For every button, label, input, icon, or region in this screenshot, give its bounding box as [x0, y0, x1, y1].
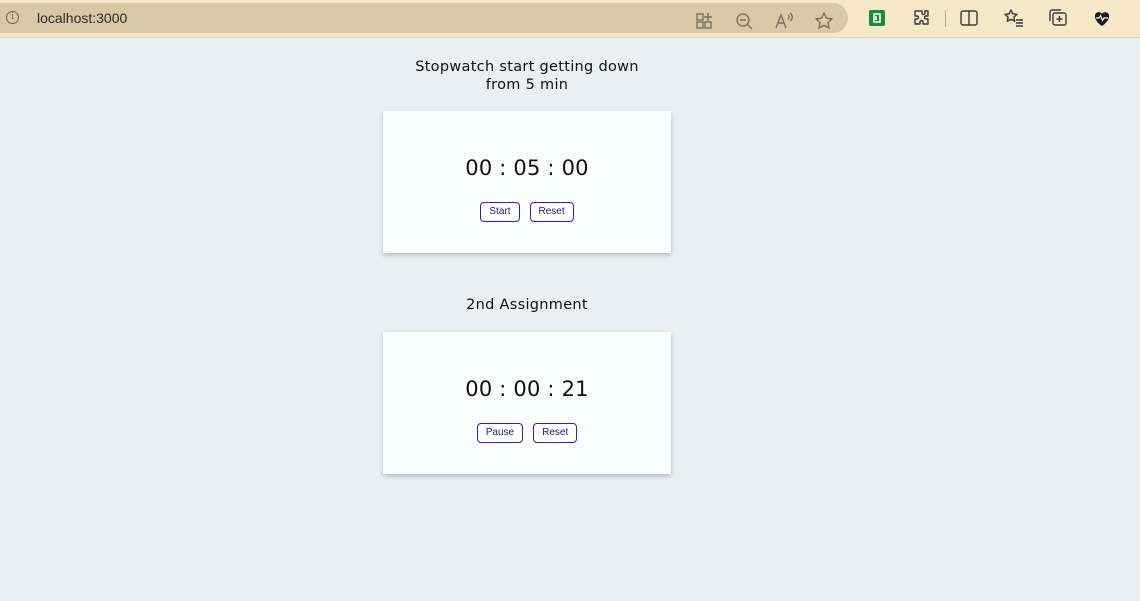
- assignment-section-title: 2nd Assignment: [466, 297, 588, 313]
- toolbar-divider: [945, 10, 946, 27]
- stopwatch-card: 00 : 05 : 00 Start Reset: [383, 111, 671, 253]
- collections-icon[interactable]: [1047, 7, 1069, 29]
- favorites-list-icon[interactable]: [1003, 7, 1025, 29]
- browser-toolbar: i localhost:3000: [0, 0, 1140, 38]
- start-button[interactable]: Start: [480, 202, 520, 222]
- grid-add-icon[interactable]: [693, 10, 715, 32]
- stopwatch-section-title: Stopwatch start getting down from 5 min: [382, 58, 672, 94]
- green-extension-icon[interactable]: [866, 7, 888, 29]
- stopwatch-title-line1: Stopwatch start getting down: [415, 59, 639, 75]
- url-text[interactable]: localhost:3000: [37, 10, 127, 26]
- zoom-out-icon[interactable]: [733, 10, 755, 32]
- favorite-star-icon[interactable]: [813, 10, 835, 32]
- read-aloud-icon[interactable]: [773, 10, 795, 32]
- info-icon[interactable]: i: [6, 11, 19, 24]
- assignment-card: 00 : 00 : 21 Pause Reset: [383, 332, 671, 474]
- puzzle-extensions-icon[interactable]: [911, 7, 933, 29]
- browser-health-icon[interactable]: [1091, 7, 1113, 29]
- pause-button[interactable]: Pause: [476, 423, 524, 443]
- assignment-reset-button[interactable]: Reset: [533, 423, 578, 443]
- address-bar[interactable]: i localhost:3000: [0, 3, 848, 33]
- stopwatch-title-line2: from 5 min: [485, 77, 569, 93]
- stopwatch-time-display: 00 : 05 : 00: [465, 156, 589, 180]
- split-screen-icon[interactable]: [958, 7, 980, 29]
- stopwatch-button-row: Start Reset: [383, 202, 671, 222]
- stopwatch-reset-button[interactable]: Reset: [529, 202, 574, 222]
- assignment-button-row: Pause Reset: [383, 423, 671, 443]
- assignment-time-display: 00 : 00 : 21: [465, 377, 589, 401]
